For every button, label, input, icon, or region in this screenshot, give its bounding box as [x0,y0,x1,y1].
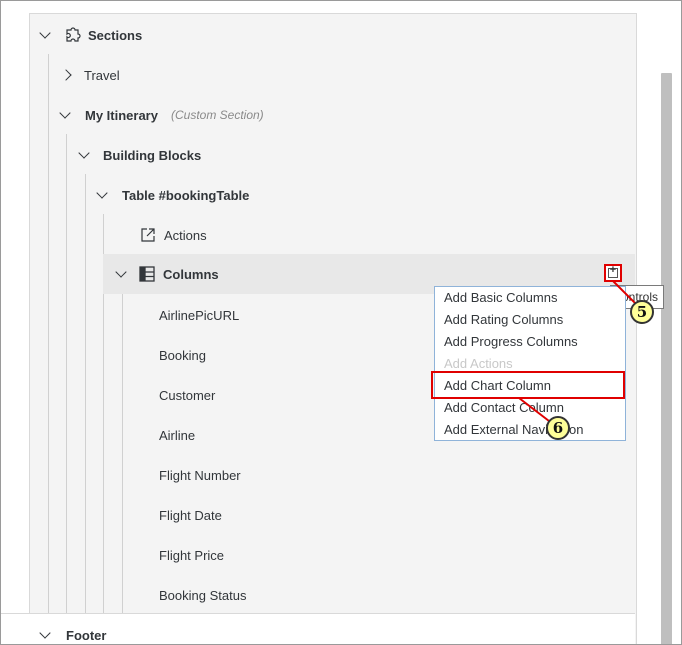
column-item-label: Flight Price [159,547,225,563]
tree-node-table[interactable]: Table #bookingTable [96,175,249,215]
chevron-down-icon[interactable] [59,108,73,122]
column-item[interactable]: Flight Number [159,455,241,495]
tree-guide-line [66,134,67,614]
custom-section-note: (Custom Section) [170,108,264,122]
column-item-label: AirlinePicURL [159,307,240,323]
tree-node-building-blocks[interactable]: Building Blocks [78,135,201,175]
column-item[interactable]: Flight Date [159,495,222,535]
add-column-button[interactable]: + [604,264,622,282]
column-item-label: Flight Number [159,467,241,483]
chevron-down-icon[interactable] [78,148,92,162]
tree-node-travel[interactable]: Travel [61,55,120,95]
puzzle-icon [66,27,81,42]
column-item-label: Booking [159,347,206,363]
tree-node-columns[interactable]: Columns [115,254,219,294]
sections-label: Sections [88,27,143,43]
column-item-label: Airline [159,427,196,443]
column-item-label: Booking Status [159,587,247,603]
highlight-box [431,371,625,399]
tree-node-footer[interactable]: Footer [39,615,107,644]
menu-item-add-rating-columns[interactable]: Add Rating Columns [444,309,563,331]
column-item[interactable]: Customer [159,375,215,415]
menu-item-add-contact-column[interactable]: Add Contact Column [444,397,564,419]
tree-node-my-itinerary[interactable]: My Itinerary (Custom Section) [59,95,264,135]
chevron-down-icon[interactable] [39,28,53,42]
actions-label: Actions [164,227,207,243]
table-label: Table #bookingTable [122,187,250,203]
column-item[interactable]: Flight Price [159,535,224,575]
chevron-right-icon[interactable] [61,68,75,82]
tree-guide-line [48,54,49,614]
table-grid-icon [139,266,155,282]
chevron-down-icon[interactable] [39,628,53,642]
footer-label: Footer [66,627,107,643]
columns-label: Columns [163,266,219,282]
step-badge-5: 5 [630,300,654,324]
add-column-menu: Add Basic Columns Add Rating Columns Add… [431,286,626,441]
column-item[interactable]: Booking [159,335,206,375]
chevron-down-icon[interactable] [115,267,129,281]
column-item[interactable]: Booking Status [159,575,246,615]
external-link-icon [141,228,155,242]
column-item-label: Customer [159,387,216,403]
column-item-label: Flight Date [159,507,222,523]
menu-item-add-basic-columns[interactable]: Add Basic Columns [444,287,557,309]
tree-node-sections[interactable]: Sections [39,15,142,55]
chevron-down-icon[interactable] [96,188,110,202]
tree-guide-line [122,294,123,614]
tree-guide-line [85,174,86,614]
step-badge-6: 6 [546,416,570,440]
column-item[interactable]: AirlinePicURL [159,295,239,335]
tree-node-actions[interactable]: Actions [140,215,207,255]
column-item[interactable]: Airline [159,415,195,455]
itinerary-label: My Itinerary [85,107,158,123]
travel-label: Travel [84,67,120,83]
vertical-scrollbar[interactable] [661,73,672,644]
building-blocks-label: Building Blocks [103,147,202,163]
menu-item-add-progress-columns[interactable]: Add Progress Columns [444,331,578,353]
plus-icon: + [609,264,617,276]
window-frame: Sections Travel My Itinerary (Custom Sec… [0,0,682,645]
